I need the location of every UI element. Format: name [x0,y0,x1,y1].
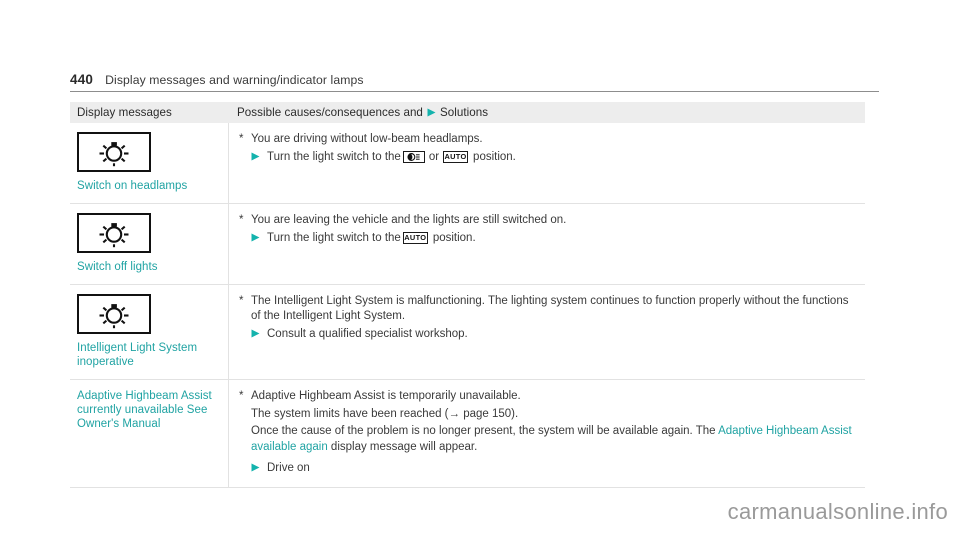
table-row: Switch on headlamps * You are driving wi… [70,123,865,204]
row-1-action-text: Turn the light switch to the or AUTO pos… [267,149,857,165]
auto-switch-icon: AUTO [443,151,469,163]
row-2-action-prefix: Turn the light switch to the [267,232,401,244]
row-4-cause-line: * Adaptive Highbeam Assist is temporaril… [239,389,857,404]
table-row: Switch off lights * You are leaving the … [70,204,865,285]
row-2-cause-text: You are leaving the vehicle and the ligh… [251,214,567,226]
row-2-action-line: Turn the light switch to the AUTO positi… [239,230,857,247]
row-4-action-text: Drive on [267,462,310,474]
row-4-note-1: The system limits have been reached (→ p… [251,408,519,420]
low-beam-switch-icon [402,151,425,163]
row-3-cause-cell: * The Intelligent Light System is malfun… [229,285,865,379]
row-4-cause-text: Adaptive Highbeam Assist is temporarily … [251,390,521,402]
solution-triangle-icon [427,108,436,117]
row-4-note-2-tail: display message will appear. [327,441,478,453]
column-header-causes-solutions: Possible causes/consequences and Solutio… [229,106,488,119]
solution-triangle-icon [251,149,267,166]
row-2-message-cell: Switch off lights [70,204,229,284]
column-header-solutions-text: Solutions [439,106,489,119]
row-2-action-suffix: position. [432,232,476,244]
solution-triangle-icon [251,460,267,477]
row-1-action-line: Turn the light switch to the or AUTO pos… [239,149,857,166]
page-header: 440 Display messages and warning/indicat… [70,72,879,92]
row-3-cause-text: The Intelligent Light System is malfunct… [251,295,849,322]
row-4-note-2-lead: Once the cause of the problem is no long… [251,425,719,437]
auto-switch-icon: AUTO [402,232,428,244]
row-4-message-cell: Adaptive Highbeam Assist currently unava… [70,380,229,487]
row-4-note-2: Once the cause of the problem is no long… [239,423,857,455]
bullet-star: * [239,133,244,145]
page-title: Display messages and warning/indicator l… [105,73,364,87]
headlamp-bulb-icon [77,294,151,334]
row-4-message-label: Adaptive Highbeam Assist currently unava… [77,390,212,430]
bullet-star: * [239,214,244,226]
row-1-message-label: Switch on headlamps [77,180,188,192]
row-4-action-line: Drive on [239,460,857,477]
row-3-cause-line: * The Intelligent Light System is malfun… [239,294,857,324]
column-header-causes-text: Possible causes/consequences and [237,106,423,119]
bullet-star: * [239,295,244,307]
row-3-message-cell: Intelligent Light System inoperative [70,285,229,379]
row-3-message-label: Intelligent Light System inoperative [77,342,198,368]
row-2-message-label: Switch off lights [77,261,158,273]
row-2-action-text: Turn the light switch to the AUTO positi… [267,230,857,246]
table-header-row: Display messages Possible causes/consequ… [70,102,865,123]
table-row: Intelligent Light System inoperative * T… [70,285,865,380]
row-1-cause-text: You are driving without low-beam headlam… [251,133,483,145]
row-1-action-middle: or [428,151,440,163]
solution-triangle-icon [251,326,267,343]
row-1-action-suffix: position. [473,151,516,163]
row-3-action-text: Consult a qualified specialist workshop. [267,328,468,340]
row-2-cause-line: * You are leaving the vehicle and the li… [239,213,857,228]
bullet-star: * [239,390,244,402]
table-row: Adaptive Highbeam Assist currently unava… [70,380,865,488]
row-1-action-prefix: Turn the light switch to the [267,151,401,163]
row-1-cause-line: * You are driving without low-beam headl… [239,132,857,147]
headlamp-bulb-icon [77,213,151,253]
page-number: 440 [70,72,94,87]
row-2-cause-cell: * You are leaving the vehicle and the li… [229,204,865,284]
row-1-cause-cell: * You are driving without low-beam headl… [229,123,865,203]
column-header-display-messages: Display messages [77,106,172,119]
headlamp-bulb-icon [77,132,151,172]
row-4-cause-cell: * Adaptive Highbeam Assist is temporaril… [229,380,865,487]
display-messages-table: Display messages Possible causes/consequ… [70,102,865,488]
row-3-action-line: Consult a qualified specialist workshop. [239,326,857,343]
row-1-message-cell: Switch on headlamps [70,123,229,203]
solution-triangle-icon [251,230,267,247]
site-watermark: carmanualsonline.info [727,499,948,524]
